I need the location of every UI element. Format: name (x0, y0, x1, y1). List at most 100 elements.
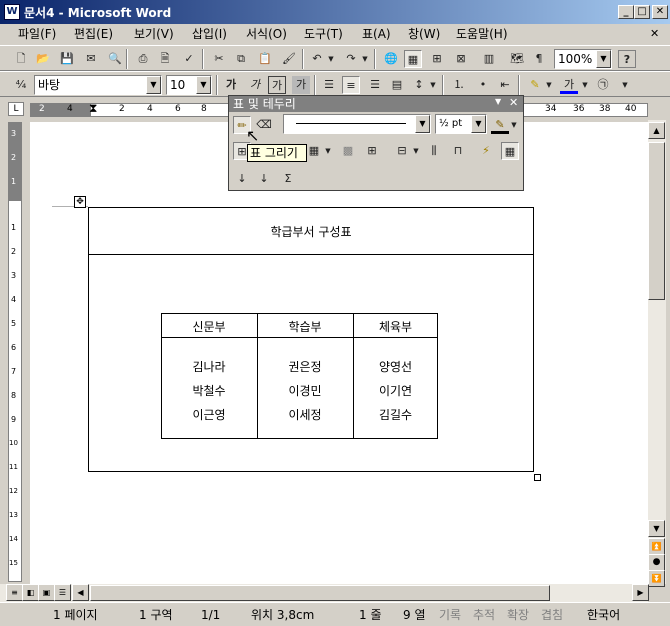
scroll-up-icon[interactable]: ▲ (648, 122, 665, 139)
spelling-icon[interactable]: ✓ (180, 50, 198, 68)
zoom-dropdown-icon[interactable]: ▼ (596, 50, 611, 68)
highlight-icon[interactable]: ✎ (526, 76, 544, 94)
preview-icon[interactable]: 🗎 (156, 50, 174, 68)
style-dropdown-icon[interactable]: ▼ (146, 76, 161, 94)
status-track[interactable]: 추적 (470, 606, 498, 624)
help-icon[interactable]: ? (618, 50, 636, 68)
align-cell-dropdown-icon[interactable]: ▼ (411, 142, 421, 160)
merge-cells-icon[interactable]: ▩ (339, 142, 357, 160)
menu-help[interactable]: 도움말(H) (452, 26, 512, 43)
font-size-select[interactable]: 10 ▼ (166, 75, 212, 95)
align-right-icon[interactable]: ☰ (366, 76, 384, 94)
sort-ascending-icon[interactable]: ↓ (233, 170, 251, 188)
distribute-rows-icon[interactable]: ⫼ (425, 142, 443, 160)
indent-marker-icon[interactable]: ⧗ (89, 101, 97, 116)
font-size-dropdown-icon[interactable]: ▼ (196, 76, 211, 94)
web-view-icon[interactable]: ◧ (22, 584, 39, 601)
menu-close-icon[interactable]: ✕ (650, 27, 659, 40)
table-move-handle-icon[interactable]: ✥ (74, 196, 86, 208)
zoom-select[interactable]: 100% ▼ (554, 49, 612, 69)
word-app-icon[interactable]: W (4, 4, 20, 20)
line-weight-dropdown-icon[interactable]: ▼ (471, 115, 486, 133)
tab-selector-icon[interactable]: L (8, 102, 24, 116)
format-painter-icon[interactable]: 🖌 (280, 50, 298, 68)
numbering-icon[interactable]: ⒈ (450, 76, 468, 94)
font-color-icon[interactable]: 가 (560, 76, 578, 94)
document-map-icon[interactable]: 🗺 (508, 50, 526, 68)
char-shading-icon[interactable]: 가 (292, 76, 310, 94)
distribute-columns-icon[interactable]: ⊓ (449, 142, 467, 160)
insert-table-dropdown-icon[interactable]: ▼ (323, 142, 333, 160)
minimize-button[interactable]: _ (618, 5, 634, 19)
open-icon[interactable]: 📂 (34, 50, 52, 68)
insert-table-icon[interactable]: ⊞ (428, 50, 446, 68)
sort-descending-icon[interactable]: ↓ (255, 170, 273, 188)
line-style-dropdown-icon[interactable]: ▼ (415, 115, 430, 133)
redo-icon[interactable]: ↷ (342, 50, 360, 68)
decrease-indent-icon[interactable]: ⇤ (496, 76, 514, 94)
italic-icon[interactable]: 가 (246, 76, 264, 94)
font-color-dropdown-icon[interactable]: ▼ (580, 76, 590, 94)
circle-char-icon[interactable]: ㉠ (594, 76, 612, 94)
show-gridlines-icon[interactable]: ▦ (501, 142, 519, 160)
menu-format[interactable]: 서식(O) (242, 26, 291, 43)
next-page-icon[interactable]: ⏬ (648, 570, 665, 587)
scroll-down-icon[interactable]: ▼ (648, 520, 665, 537)
print-icon[interactable]: ⎙ (134, 50, 152, 68)
paste-icon[interactable]: 📋 (256, 50, 274, 68)
vertical-scroll-thumb[interactable] (648, 142, 665, 300)
border-color-icon[interactable]: ✎ (491, 116, 509, 134)
insert-excel-icon[interactable]: ⊠ (452, 50, 470, 68)
outline-view-icon[interactable]: ☰ (54, 584, 71, 601)
print-preview-icon[interactable]: 🔍 (106, 50, 124, 68)
insert-table-panel-icon[interactable]: ▦ (305, 142, 323, 160)
vertical-scrollbar[interactable]: ▲ ▼ ⏫ ● ⏬ (648, 120, 666, 587)
menu-tools[interactable]: 도구(T) (300, 26, 347, 43)
menu-file[interactable]: 파일(F) (14, 26, 60, 43)
menu-view[interactable]: 보기(V) (130, 26, 178, 43)
copy-icon[interactable]: ⧉ (232, 50, 250, 68)
undo-icon[interactable]: ↶ (308, 50, 326, 68)
line-spacing-icon[interactable]: ↕ (410, 76, 428, 94)
vertical-ruler[interactable]: 3 2 1 1 2 3 4 5 6 7 8 9 10 11 12 13 14 1… (8, 122, 22, 582)
email-icon[interactable]: ✉ (82, 50, 100, 68)
horizontal-scroll-thumb[interactable] (90, 585, 550, 601)
autosum-icon[interactable]: Σ (279, 170, 297, 188)
previous-page-icon[interactable]: ⏫ (648, 538, 665, 555)
panel-close-icon[interactable]: ✕ (509, 96, 518, 109)
save-icon[interactable]: 💾 (58, 50, 76, 68)
status-overtype[interactable]: 겹침 (538, 606, 566, 624)
panel-options-icon[interactable]: ▼ (495, 97, 501, 106)
maximize-button[interactable]: □ (634, 5, 650, 19)
panel-title-bar[interactable]: 표 및 테두리 (229, 96, 523, 112)
align-center-icon[interactable]: ≡ (342, 76, 360, 94)
border-color-dropdown-icon[interactable]: ▼ (509, 116, 519, 134)
scroll-left-icon[interactable]: ◀ (72, 584, 89, 601)
menu-window[interactable]: 창(W) (404, 26, 444, 43)
styles-icon[interactable]: ⁴⁄₄ (12, 76, 30, 94)
scroll-right-icon[interactable]: ▶ (632, 584, 649, 601)
char-border-icon[interactable]: 가 (268, 76, 286, 94)
align-cell-icon[interactable]: ⊟ (393, 142, 411, 160)
cut-icon[interactable]: ✂ (210, 50, 228, 68)
redo-dropdown-icon[interactable]: ▼ (360, 50, 370, 68)
split-cells-icon[interactable]: ⊞ (363, 142, 381, 160)
distribute-icon[interactable]: ▤ (388, 76, 406, 94)
table-resize-handle[interactable] (534, 474, 541, 481)
hyperlink-icon[interactable]: 🌐 (382, 50, 400, 68)
browse-object-icon[interactable]: ● (648, 554, 665, 571)
bullets-icon[interactable]: • (474, 76, 492, 94)
tables-borders-panel[interactable]: 표 및 테두리 ▼ ✕ ✏ ⌫ ▼ ½ pt ▼ ✎ ▼ ⊞ ▦ ▼ ▩ ⊞ ⊟… (228, 95, 524, 191)
new-document-icon[interactable]: 🗋 (12, 50, 30, 68)
style-select[interactable]: 바탕 ▼ (34, 75, 162, 95)
menu-insert[interactable]: 삽입(I) (188, 26, 231, 43)
horizontal-scrollbar[interactable]: ≡ ◧ ▣ ☰ ◀ ▶ (0, 584, 649, 602)
highlight-dropdown-icon[interactable]: ▼ (544, 76, 554, 94)
align-left-icon[interactable]: ☰ (320, 76, 338, 94)
table-autoformat-icon[interactable]: ⚡ (477, 142, 495, 160)
menu-table[interactable]: 표(A) (358, 26, 395, 43)
tables-borders-icon[interactable]: ▦ (404, 50, 422, 68)
print-layout-view-icon[interactable]: ▣ (38, 584, 55, 601)
line-style-select[interactable]: ▼ (283, 114, 431, 134)
bold-icon[interactable]: 가 (222, 76, 240, 94)
